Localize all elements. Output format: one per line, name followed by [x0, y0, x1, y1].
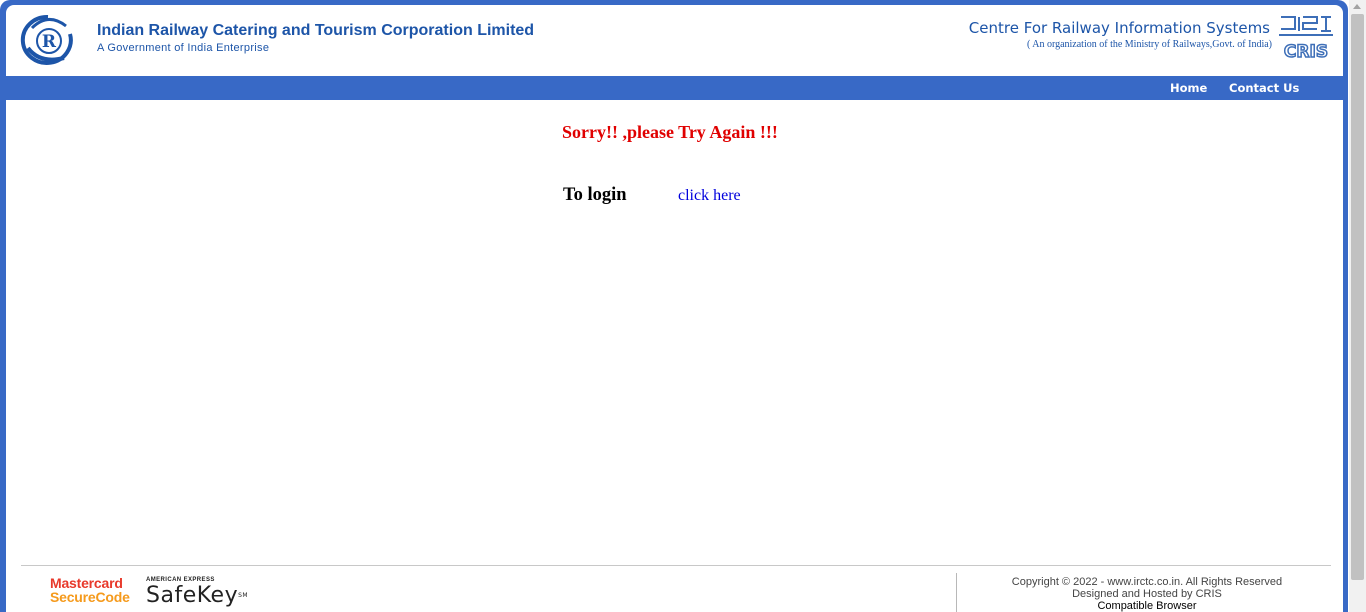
nav-contact-us-link[interactable]: Contact Us: [1229, 81, 1299, 95]
safekey-logo-text: SafeKeySM: [146, 583, 249, 608]
login-label: To login: [563, 185, 627, 205]
nav-home-link[interactable]: Home: [1170, 81, 1207, 95]
securecode-logo-text: SecureCode: [50, 589, 130, 605]
footer-vertical-divider: [956, 573, 957, 612]
nav-bar: Home Contact Us: [6, 76, 1343, 100]
mastercard-logo-text: Mastercard: [50, 575, 123, 591]
designed-by-text: Designed and Hosted by CRIS: [1072, 588, 1222, 600]
brand-title: Indian Railway Catering and Tourism Corp…: [97, 22, 535, 39]
cris-logo-text: CRIS: [1284, 42, 1328, 61]
footer-divider-line: [21, 565, 1331, 566]
vertical-scrollbar[interactable]: [1349, 0, 1366, 612]
mastercard-securecode-logo: Mastercard SecureCode: [50, 576, 130, 605]
irctc-logo-letter: R: [42, 32, 57, 52]
cris-logo[interactable]: CRIS: [1277, 13, 1335, 61]
error-message: Sorry!! ,please Try Again !!!: [562, 122, 778, 142]
scroll-up-arrow-icon[interactable]: [1353, 4, 1361, 9]
amex-safekey-logo: AMERICAN EXPRESS SafeKeySM: [146, 577, 248, 608]
main-content: Sorry!! ,please Try Again !!! To login c…: [6, 100, 1343, 612]
irctc-logo[interactable]: R: [20, 14, 76, 66]
compatible-browser-link[interactable]: Compatible Browser: [964, 600, 1330, 612]
brand-subtitle: A Government of India Enterprise: [97, 42, 270, 54]
footer-info: Copyright © 2022 - www.irctc.co.in. All …: [964, 576, 1330, 612]
cris-subtitle: ( An organization of the Ministry of Rai…: [1026, 39, 1272, 50]
login-link[interactable]: click here: [678, 187, 741, 205]
copyright-text: Copyright © 2022 - www.irctc.co.in. All …: [1011, 576, 1283, 588]
site-header: R Indian Railway Catering and Tourism Co…: [6, 5, 1343, 76]
scrollbar-thumb[interactable]: [1351, 14, 1364, 580]
cris-title: Centre For Railway Information Systems: [968, 19, 1270, 37]
